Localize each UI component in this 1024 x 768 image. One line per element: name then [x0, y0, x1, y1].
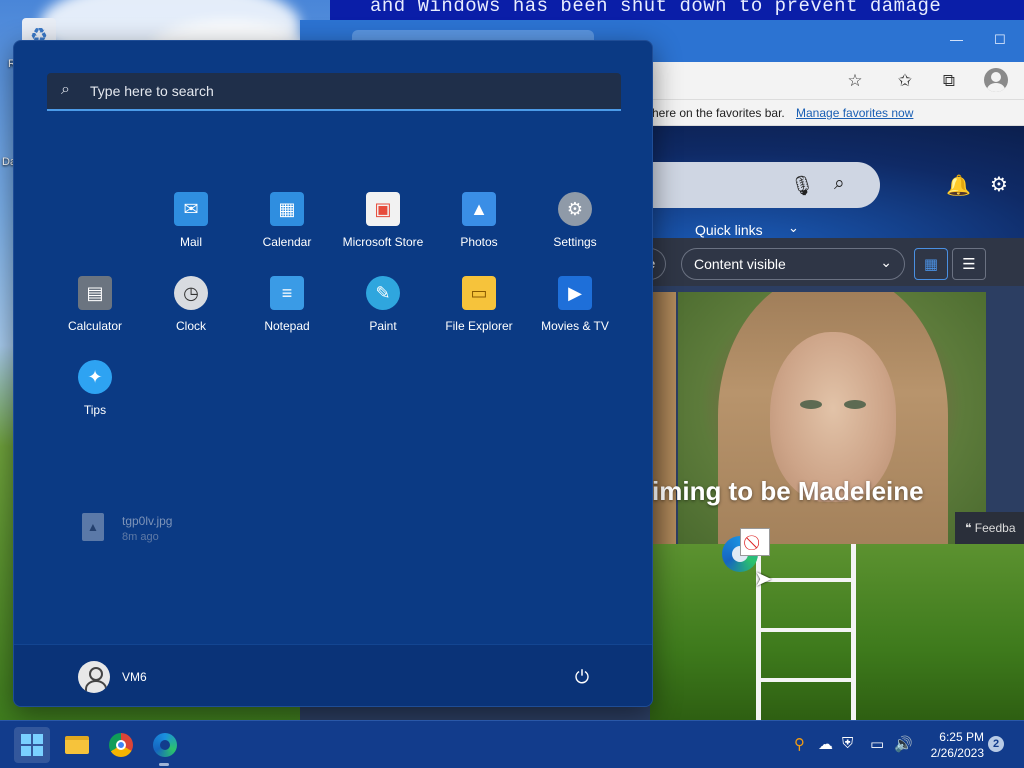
- notification-badge[interactable]: 2: [988, 736, 1004, 752]
- user-avatar[interactable]: [78, 661, 110, 693]
- start-menu-footer: VM6 ⏻: [14, 644, 652, 706]
- feedback-label: Feedba: [974, 521, 1016, 535]
- notifications-bell-icon[interactable]: 🔔: [946, 173, 971, 198]
- app-label: Photos: [460, 235, 498, 249]
- edge-icon: [153, 733, 177, 757]
- app-label: Clock: [175, 319, 206, 333]
- tips-lightbulb-icon: ✦: [78, 360, 112, 394]
- taskbar-chrome[interactable]: [103, 727, 139, 763]
- app-label: Tips: [83, 403, 107, 417]
- calculator-icon: ▤: [78, 276, 112, 310]
- app-calculator[interactable]: ▤ Calculator: [47, 270, 143, 354]
- recent-file-name: tgp0lv.jpg: [122, 514, 173, 528]
- minimize-icon[interactable]: —: [950, 32, 963, 47]
- clock-time: 6:25 PM: [939, 730, 984, 744]
- folder-icon: ▭: [462, 276, 496, 310]
- app-label: Paint: [369, 319, 397, 333]
- ladder-rung: [761, 628, 851, 632]
- calendar-icon: ▦: [270, 192, 304, 226]
- app-movies-tv[interactable]: ▶ Movies & TV: [527, 270, 623, 354]
- store-icon: ▣: [366, 192, 400, 226]
- search-icon[interactable]: ⌕: [834, 173, 845, 195]
- settings-gear-icon: ⚙: [558, 192, 592, 226]
- taskbar: ⚲ ☁ ⛨ ▭ 🔊 6:25 PM 2/26/2023 2: [0, 720, 1024, 768]
- app-label: Calendar: [262, 235, 312, 249]
- windows-logo-icon: [21, 734, 43, 756]
- content-visibility-dropdown[interactable]: Content visible ⌄: [681, 248, 905, 280]
- maximize-icon[interactable]: ☐: [994, 32, 1006, 48]
- mouse-cursor-icon: ➤: [754, 566, 773, 591]
- app-clock[interactable]: ◷ Clock: [143, 270, 239, 354]
- ladder-rung: [761, 578, 851, 582]
- start-search-box[interactable]: ⌕ Type here to search: [47, 73, 621, 111]
- microphone-icon[interactable]: 🎙: [790, 174, 814, 198]
- search-icon: ⌕: [61, 81, 70, 98]
- image-eye: [800, 400, 822, 409]
- feedback-icon: ❝: [965, 521, 975, 535]
- favorites-bar-text: here on the favorites bar.: [652, 106, 785, 120]
- security-shield-icon[interactable]: ⛨: [842, 735, 853, 752]
- user-name[interactable]: VM6: [122, 670, 147, 684]
- app-label: Settings: [553, 235, 597, 249]
- favorites-icon[interactable]: ✩: [892, 68, 918, 94]
- app-label: File Explorer: [445, 319, 513, 333]
- dropdown-value: Content visible: [694, 256, 786, 272]
- app-label: Movies & TV: [541, 319, 609, 333]
- ladder-rung: [761, 678, 851, 682]
- chevron-down-icon[interactable]: ⌄: [788, 220, 799, 236]
- notepad-icon: ≡: [270, 276, 304, 310]
- no-drop-icon: ⃠: [740, 528, 770, 556]
- image-eye: [844, 400, 866, 409]
- settings-gear-icon[interactable]: ⚙: [990, 172, 1008, 197]
- photos-icon: ▲: [462, 192, 496, 226]
- chevron-down-icon: ⌄: [880, 254, 892, 270]
- recent-file-time: 8m ago: [122, 531, 159, 543]
- app-tips[interactable]: ✦ Tips: [47, 354, 143, 438]
- pinned-apps-grid: ✉ Mail ▦ Calendar ▣ Microsoft Store ▲ Ph…: [47, 186, 623, 446]
- app-notepad[interactable]: ≡ Notepad: [239, 270, 335, 354]
- profile-avatar[interactable]: [984, 68, 1008, 92]
- app-photos[interactable]: ▲ Photos: [431, 186, 527, 270]
- onedrive-cloud-icon[interactable]: ☁: [818, 735, 833, 753]
- manage-favorites-link[interactable]: Manage favorites now: [796, 106, 913, 120]
- app-label: Microsoft Store: [342, 235, 424, 249]
- chrome-icon: [109, 733, 133, 757]
- folder-icon: [65, 736, 89, 754]
- app-microsoft-store[interactable]: ▣ Microsoft Store: [335, 186, 431, 270]
- start-menu: ⌕ Type here to search ✉ Mail ▦ Calendar …: [13, 40, 653, 707]
- search-placeholder: Type here to search: [90, 83, 214, 99]
- network-icon[interactable]: ▭: [870, 735, 884, 753]
- clock-icon: ◷: [174, 276, 208, 310]
- recent-file-item[interactable]: ▲ tgp0lv.jpg 8m ago: [82, 511, 282, 551]
- news-card-headline[interactable]: iming to be Madeleine: [652, 476, 924, 507]
- taskbar-edge[interactable]: [147, 727, 183, 763]
- clock-date: 2/26/2023: [930, 746, 984, 760]
- app-label: Mail: [179, 235, 202, 249]
- paint-palette-icon: ✎: [366, 276, 400, 310]
- image-file-icon: ▲: [82, 513, 104, 541]
- grid-view-button[interactable]: ▦: [914, 248, 948, 280]
- feedback-button[interactable]: ❝ Feedba: [955, 512, 1024, 544]
- taskbar-clock[interactable]: 6:25 PM 2/26/2023: [912, 729, 984, 761]
- movies-play-icon: ▶: [558, 276, 592, 310]
- quick-links[interactable]: Quick links: [695, 222, 763, 238]
- start-button[interactable]: [14, 727, 50, 763]
- app-file-explorer[interactable]: ▭ File Explorer: [431, 270, 527, 354]
- power-icon[interactable]: ⏻: [570, 665, 594, 689]
- app-mail[interactable]: ✉ Mail: [143, 186, 239, 270]
- list-view-button[interactable]: ☰: [952, 248, 986, 280]
- add-favorite-icon[interactable]: ☆: [842, 68, 868, 94]
- volume-icon[interactable]: 🔊: [894, 735, 913, 753]
- app-calendar[interactable]: ▦ Calendar: [239, 186, 335, 270]
- app-paint[interactable]: ✎ Paint: [335, 270, 431, 354]
- collections-icon[interactable]: ⧉: [936, 68, 962, 94]
- bsod-message: and Windows has been shut down to preven…: [370, 0, 942, 17]
- app-label: Notepad: [264, 319, 310, 333]
- app-settings[interactable]: ⚙ Settings: [527, 186, 623, 270]
- running-indicator: [159, 763, 169, 766]
- mail-icon: ✉: [174, 192, 208, 226]
- app-label: Calculator: [67, 319, 123, 333]
- search-tray-icon[interactable]: ⚲: [794, 735, 805, 753]
- taskbar-file-explorer[interactable]: [59, 727, 95, 763]
